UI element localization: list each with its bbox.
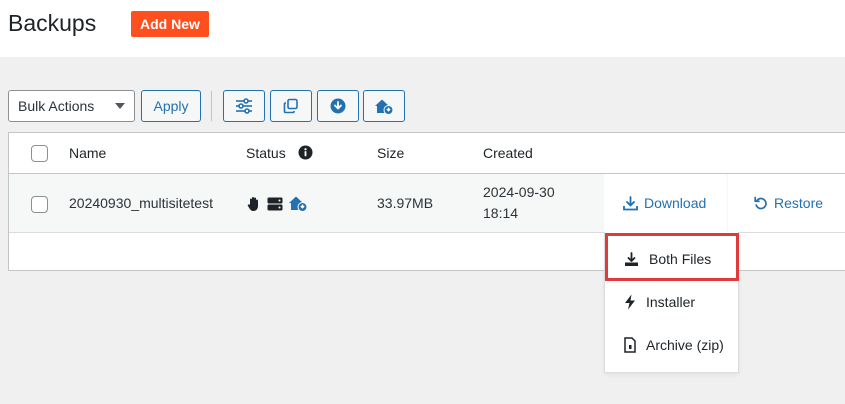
info-icon[interactable] — [298, 145, 313, 160]
restore-cell: Restore — [728, 174, 845, 232]
copy-button[interactable] — [270, 90, 312, 122]
apply-button[interactable]: Apply — [141, 90, 201, 122]
restore-link[interactable]: Restore — [754, 195, 823, 211]
bolt-icon — [625, 294, 635, 310]
house-lock-icon — [289, 196, 308, 212]
bulk-actions-select[interactable]: Bulk Actions — [8, 90, 135, 122]
status-icons — [246, 195, 308, 212]
filter-button[interactable] — [223, 90, 265, 122]
zip-file-icon — [624, 337, 636, 353]
download-icon — [623, 195, 638, 210]
backup-created-time: 18:14 — [483, 205, 519, 221]
menu-item-label: Archive (zip) — [646, 337, 724, 353]
restore-label: Restore — [774, 195, 824, 211]
column-size: Size — [377, 145, 405, 161]
page-title: Backups — [8, 10, 97, 36]
highlight-box — [605, 233, 739, 281]
copy-icon — [283, 98, 298, 114]
backup-size: 33.97MB — [377, 195, 434, 211]
backup-created-date: 2024-09-30 — [483, 184, 555, 200]
menu-item-archive[interactable]: Archive (zip) — [605, 325, 740, 365]
download-cell: Download — [604, 174, 727, 232]
menu-item-installer[interactable]: Installer — [605, 282, 740, 322]
server-icon — [267, 197, 283, 210]
table-header: Name Status Size Created — [9, 133, 845, 174]
download-all-button[interactable] — [317, 90, 359, 122]
column-name[interactable]: Name — [69, 145, 106, 161]
page-header: Backups Add New — [0, 0, 845, 57]
download-circle-icon — [330, 98, 346, 114]
select-all-checkbox[interactable] — [31, 145, 48, 162]
add-new-button[interactable]: Add New — [131, 11, 209, 37]
bulk-actions-label: Bulk Actions — [18, 98, 95, 114]
row-checkbox[interactable] — [31, 196, 48, 213]
undo-icon — [754, 196, 767, 210]
table-row: 20240930_multisitetest 33.97MB 2024-09-3… — [9, 174, 845, 233]
column-created: Created — [483, 145, 533, 161]
house-lock-button[interactable] — [363, 90, 405, 122]
download-label: Download — [644, 195, 707, 211]
hand-icon — [247, 196, 258, 211]
menu-item-label: Installer — [646, 294, 696, 310]
backup-name: 20240930_multisitetest — [69, 195, 213, 211]
toolbar-divider — [211, 91, 212, 121]
column-status: Status — [246, 145, 286, 161]
house-lock-icon — [375, 99, 394, 115]
sliders-icon — [236, 98, 252, 114]
chevron-down-icon — [115, 103, 125, 109]
download-link[interactable]: Download — [623, 195, 706, 211]
